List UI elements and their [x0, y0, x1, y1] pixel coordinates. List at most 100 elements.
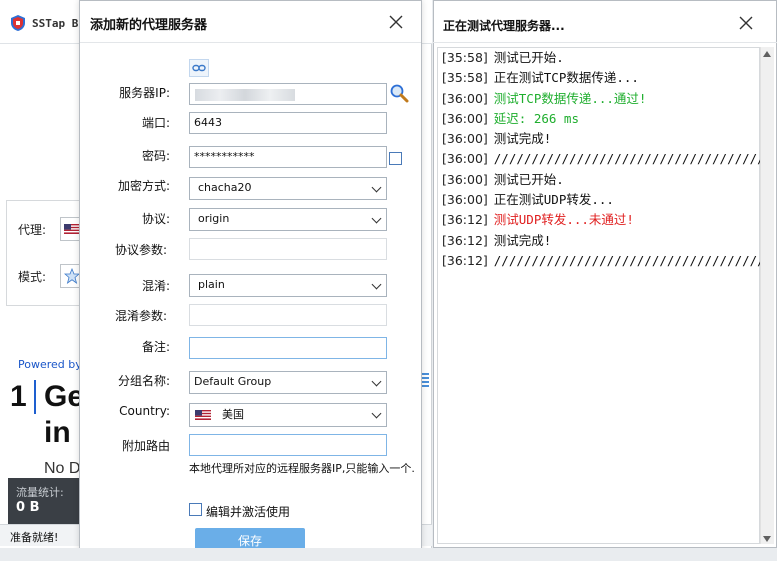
- chevron-down-icon: [371, 182, 382, 193]
- group-label: 分组名称:: [117, 374, 170, 388]
- redacted-ip-blur: [195, 89, 295, 101]
- country-label: Country:: [119, 404, 170, 418]
- log-timestamp: [36:12]: [442, 252, 488, 268]
- log-message: ////////////////////////////////////////…: [493, 151, 760, 167]
- protocol-param-input[interactable]: [189, 238, 387, 260]
- protocol-label: 协议:: [141, 212, 170, 226]
- log-line: [35:58] 正在测试TCP数据传递...: [442, 68, 760, 88]
- log-message: ////////////////////////////////////////…: [493, 252, 760, 268]
- log-window-title: 正在测试代理服务器...: [443, 19, 565, 33]
- log-line: [35:58] 测试已开始.: [442, 48, 760, 68]
- server-ip-label: 服务器IP:: [119, 86, 170, 100]
- chevron-down-icon: [371, 376, 382, 387]
- server-ip-input[interactable]: [189, 83, 387, 105]
- dialog-close-button[interactable]: [386, 12, 406, 32]
- log-line: [36:00] 延迟: 266 ms: [442, 109, 760, 129]
- app-title: SSTap B: [32, 17, 79, 30]
- remark-input[interactable]: [189, 337, 387, 359]
- chevron-down-icon: [371, 408, 382, 419]
- search-icon: [390, 84, 409, 103]
- log-line: [36:00] /////////////////////////////////…: [442, 149, 760, 169]
- log-line: [36:00] 测试已开始.: [442, 170, 760, 190]
- log-message: 测试已开始.: [493, 171, 564, 187]
- app-logo-icon: [11, 15, 25, 31]
- obfs-label: 混淆:: [141, 279, 170, 293]
- close-icon: [739, 16, 753, 30]
- log-timestamp: [36:00]: [442, 131, 488, 147]
- proxy-label: 代理:: [18, 223, 47, 237]
- chevron-down-icon: [371, 213, 382, 224]
- log-message: 正在测试UDP转发...: [493, 192, 614, 208]
- log-timestamp: [36:00]: [442, 110, 488, 126]
- extra-route-label: 附加路由: [121, 439, 170, 453]
- extra-route-hint: 本地代理所对应的远程服务器IP,只能输入一个.: [189, 462, 415, 475]
- obfs-value: plain: [198, 278, 225, 291]
- traffic-value: 0 B: [16, 500, 40, 515]
- log-timestamp: [35:58]: [442, 70, 488, 86]
- log-line: [36:12] 测试UDP转发...未通过!: [442, 210, 760, 230]
- log-message: 测试完成!: [493, 131, 552, 147]
- log-line: [36:00] 测试TCP数据传递...通过!: [442, 89, 760, 109]
- country-value: 美国: [222, 408, 244, 421]
- log-line: [36:12] 测试完成!: [442, 231, 760, 251]
- group-value: Default Group: [194, 375, 272, 388]
- extra-route-input[interactable]: [189, 434, 387, 456]
- powered-by-link[interactable]: Powered by: [18, 358, 82, 371]
- promo-divider: [34, 380, 36, 414]
- log-close-button[interactable]: [736, 13, 756, 33]
- dialog-title: 添加新的代理服务器: [90, 18, 208, 33]
- log-line: [36:00] 正在测试UDP转发...: [442, 190, 760, 210]
- protocol-select[interactable]: origin: [189, 208, 387, 231]
- group-select[interactable]: Default Group: [189, 371, 387, 394]
- promo-subtext: No D: [44, 460, 81, 477]
- log-timestamp: [36:00]: [442, 192, 488, 208]
- promo-heading-line2: in: [44, 416, 71, 449]
- log-timestamp: [36:00]: [442, 90, 488, 106]
- encryption-select[interactable]: chacha20: [189, 177, 387, 200]
- chevron-down-icon: [371, 279, 382, 290]
- obfs-param-input[interactable]: [189, 304, 387, 326]
- log-line: [36:12] /////////////////////////////////…: [442, 251, 760, 271]
- log-message: 测试UDP转发...未通过!: [493, 212, 634, 228]
- scroll-down-arrow-icon[interactable]: [763, 536, 771, 542]
- log-message: 正在测试TCP数据传递...: [493, 70, 639, 86]
- traffic-label: 流量统计:: [16, 486, 64, 499]
- obfs-param-label: 混淆参数:: [114, 309, 167, 323]
- log-lines: [35:58] 测试已开始. [35:58] 正在测试TCP数据传递... [36:00…: [442, 48, 760, 271]
- log-timestamp: [35:58]: [442, 50, 488, 65]
- close-icon: [389, 15, 403, 29]
- desktop-strip: [0, 548, 777, 561]
- log-scrollbar[interactable]: [760, 47, 774, 544]
- remark-label: 备注:: [141, 340, 170, 354]
- log-message: 测试TCP数据传递...通过!: [493, 90, 647, 106]
- scroll-up-arrow-icon[interactable]: [763, 51, 771, 57]
- us-flag-icon: [195, 410, 211, 420]
- mode-label: 模式:: [18, 270, 47, 284]
- show-password-checkbox[interactable]: [389, 152, 402, 165]
- activate-label[interactable]: 编辑并激活使用: [206, 503, 290, 520]
- link-icon[interactable]: [189, 59, 209, 77]
- splitter-grip[interactable]: [421, 373, 429, 387]
- log-timestamp: [36:00]: [442, 171, 488, 187]
- password-label: 密码:: [141, 149, 170, 163]
- log-timestamp: [36:12]: [442, 232, 488, 248]
- log-message: 测试已开始.: [493, 50, 564, 65]
- log-timestamp: [36:00]: [442, 151, 488, 167]
- activate-checkbox[interactable]: [189, 503, 202, 516]
- country-select[interactable]: 美国: [189, 403, 387, 427]
- obfs-select[interactable]: plain: [189, 274, 387, 297]
- promo-number: 1: [10, 380, 27, 413]
- status-text: 准备就绪!: [10, 531, 59, 544]
- encryption-label: 加密方式:: [117, 179, 170, 193]
- port-label: 端口:: [141, 116, 170, 130]
- protocol-value: origin: [198, 212, 230, 225]
- chain-link-icon: [192, 64, 206, 72]
- log-timestamp: [36:12]: [442, 212, 488, 228]
- log-message: 测试完成!: [493, 232, 552, 248]
- lookup-ip-button[interactable]: [388, 82, 410, 104]
- protocol-param-label: 协议参数:: [114, 243, 167, 257]
- encryption-value: chacha20: [198, 181, 252, 194]
- log-message: 延迟: 266 ms: [493, 110, 579, 126]
- port-input[interactable]: 6443: [189, 112, 387, 134]
- password-input[interactable]: ***********: [189, 146, 387, 168]
